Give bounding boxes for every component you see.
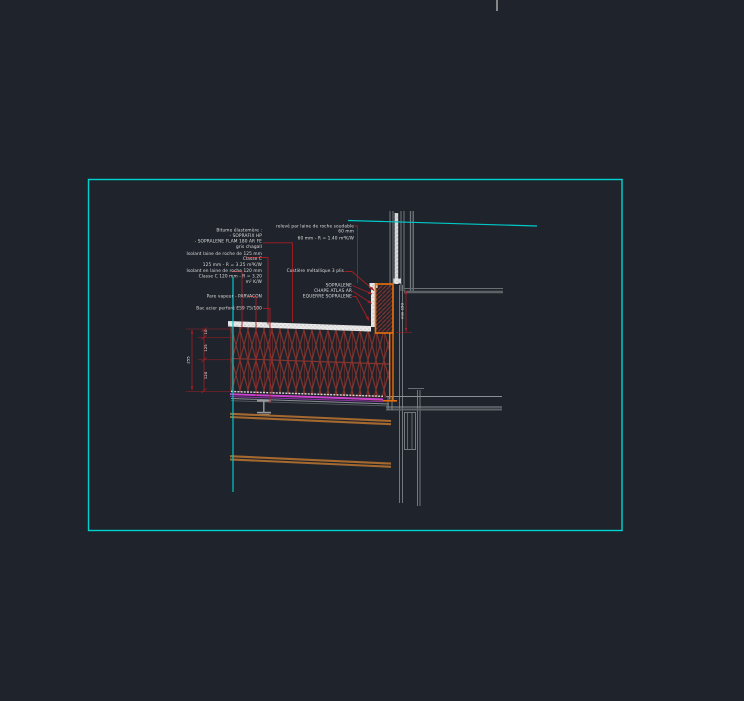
corner-line-2: CHAPE ATLAS AR [314, 288, 352, 294]
dim-seg-mid: 125 [203, 344, 208, 352]
cad-canvas[interactable]: 255 10 125 120 min 150 Bitume élastomère… [0, 0, 744, 701]
upstand-line-2: 60 mm [338, 229, 354, 235]
membrane-line-4: gris chagall [236, 244, 262, 250]
column-section [404, 412, 416, 450]
wall-insulation-strip [393, 213, 401, 284]
annotation-text: Bitume élastomère : - SOPRAFIX HP - SOPR… [187, 223, 355, 312]
membrane-line-3: - SOPRALENE FLAM 180 AR FE [195, 239, 263, 245]
purlins [229, 412, 392, 468]
dim-total: 255 [186, 356, 191, 364]
upstand-insulation-hatch [376, 284, 393, 333]
membrane-line-1: Bitume élastomère : [216, 227, 262, 234]
steel-beam [257, 400, 271, 416]
insulation-line-6: m² K/W [246, 279, 263, 285]
upstand-line-1: relevé par laine de roche soudable [276, 223, 354, 230]
upstand-callout: relevé par laine de roche soudable 60 mm… [276, 223, 355, 242]
upstand-line-3: 60 mm - R = 1.40 m²K/W [298, 236, 355, 242]
dim-seg-bot: 120 [203, 371, 208, 379]
insulation-line-2: Classe C [243, 256, 262, 262]
insulation-line-3: 125 mm - R = 3.25 m²K/W [203, 262, 263, 268]
roof-insulation-hatch [230, 326, 390, 398]
membrane-callout: Bitume élastomère : - SOPRAFIX HP - SOPR… [195, 227, 263, 251]
insulation-callout: Isolant laine de roche de 125 mm Classe … [187, 251, 263, 285]
corner-callout: SOPRALENE CHAPE ATLAS AR EQUERRE SOPRALE… [303, 283, 352, 300]
steel-deck-label: Bac acier perforé E59 75/100 [196, 305, 262, 312]
cad-workspace: 255 10 125 120 min 150 Bitume élastomère… [0, 0, 744, 701]
vapour-barrier-label: Pare vapeur - PARVACON [207, 294, 262, 300]
dim-upstand-height: min 150 [400, 302, 405, 319]
flashing-label: Costière métallique 3 plis [287, 267, 345, 274]
corner-line-3: EQUERRE SOPRALENE [303, 294, 352, 300]
insulation-line-5: Classe C 120 mm - R = 3.20 [199, 274, 263, 280]
insulation-line-4: Isolant en laine de roche 120 mm [187, 268, 263, 274]
membrane-line-2: - SOPRAFIX HP [229, 233, 262, 239]
floor-band [404, 288, 503, 294]
dim-seg-top: 10 [203, 329, 208, 334]
corner-line-1: SOPRALENE [326, 283, 353, 289]
